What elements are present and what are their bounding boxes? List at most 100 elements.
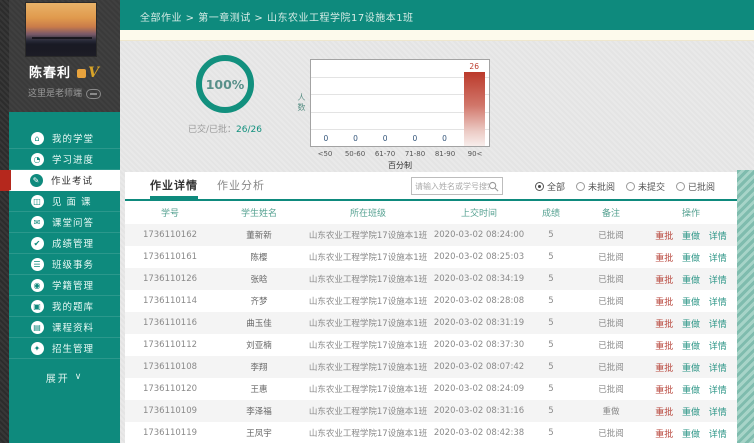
- filter-unsubmitted[interactable]: 未提交: [626, 180, 665, 193]
- cell-note: 已批阅: [577, 312, 645, 334]
- detail-link[interactable]: 详情: [709, 298, 727, 308]
- cell-score: 5: [525, 312, 577, 334]
- detail-link[interactable]: 详情: [709, 254, 727, 264]
- rebatch-link[interactable]: 重批: [655, 342, 673, 352]
- detail-link[interactable]: 详情: [709, 408, 727, 418]
- redo-link[interactable]: 重做: [682, 320, 700, 330]
- search-box: [411, 177, 503, 195]
- edit-icon[interactable]: [86, 89, 101, 99]
- expand-button[interactable]: 展开∨: [9, 365, 120, 389]
- rebatch-link[interactable]: 重批: [655, 408, 673, 418]
- student-status-icon: ◉: [31, 279, 44, 292]
- detail-link[interactable]: 详情: [709, 364, 727, 374]
- cell-class: 山东农业工程学院17设施本1班: [303, 268, 433, 290]
- redo-link[interactable]: 重做: [682, 386, 700, 396]
- cell-student-name: 董新新: [215, 224, 303, 246]
- score-distribution-chart: 人数 0000026 <5050-6061-7071-8081-9090< 百分…: [310, 59, 540, 169]
- detail-link[interactable]: 详情: [709, 342, 727, 352]
- filter-all[interactable]: 全部: [535, 180, 565, 193]
- redo-link[interactable]: 重做: [682, 408, 700, 418]
- cell-student-name: 李翔: [215, 356, 303, 378]
- enrollment-icon: ✦: [31, 342, 44, 355]
- cell-note: 已批阅: [577, 422, 645, 443]
- search-input[interactable]: [415, 178, 489, 194]
- sidebar-item-meeting-course[interactable]: ◫见 面 课: [9, 191, 120, 212]
- cell-actions: 重批 重做 详情: [645, 334, 737, 356]
- profile-panel: 陈春利V 这里是老师端: [9, 0, 120, 112]
- top-header: 全部作业 > 第一章测试 > 山东农业工程学院17设施本1班: [120, 0, 754, 30]
- profile-photo[interactable]: [25, 2, 97, 57]
- cell-score: 5: [525, 224, 577, 246]
- cell-submit-time: 2020-03-02 08:28:08: [433, 290, 525, 312]
- sidebar-item-homework-exam[interactable]: ✎作业考试: [8, 170, 120, 191]
- redo-link[interactable]: 重做: [682, 276, 700, 286]
- rebatch-link[interactable]: 重批: [655, 276, 673, 286]
- sidebar-item-class-affairs[interactable]: ☰班级事务: [9, 254, 120, 275]
- search-icon[interactable]: [488, 181, 499, 192]
- table-row: 1736110126 张晗 山东农业工程学院17设施本1班 2020-03-02…: [125, 268, 737, 290]
- tab-homework-analysis[interactable]: 作业分析: [217, 172, 265, 199]
- redo-link[interactable]: 重做: [682, 298, 700, 308]
- redo-link[interactable]: 重做: [682, 364, 700, 374]
- rebatch-link[interactable]: 重批: [655, 430, 673, 440]
- redo-link[interactable]: 重做: [682, 342, 700, 352]
- sidebar-item-class-qa[interactable]: ✉课堂问答: [9, 212, 120, 233]
- cell-submit-time: 2020-03-02 08:42:38: [433, 422, 525, 443]
- active-item-accent: [0, 170, 9, 191]
- cell-student-name: 曲玉佳: [215, 312, 303, 334]
- cell-note: 已批阅: [577, 334, 645, 356]
- cell-student-id: 1736110120: [125, 378, 215, 400]
- detail-link[interactable]: 详情: [709, 232, 727, 242]
- cell-note: 已批阅: [577, 290, 645, 312]
- user-name: 陈春利: [29, 66, 71, 81]
- detail-link[interactable]: 详情: [709, 320, 727, 330]
- detail-link[interactable]: 详情: [709, 276, 727, 286]
- cell-student-id: 1736110161: [125, 246, 215, 268]
- filter-ungraded[interactable]: 未批阅: [576, 180, 615, 193]
- sidebar-item-student-status[interactable]: ◉学籍管理: [9, 275, 120, 296]
- cell-actions: 重批 重做 详情: [645, 400, 737, 422]
- rebatch-link[interactable]: 重批: [655, 364, 673, 374]
- sidebar-item-enrollment[interactable]: ✦招生管理: [9, 338, 120, 359]
- sidebar-item-course-materials[interactable]: ▤课程资料: [9, 317, 120, 338]
- rebatch-link[interactable]: 重批: [655, 386, 673, 396]
- breadcrumb[interactable]: 全部作业 > 第一章测试 > 山东农业工程学院17设施本1班: [140, 9, 414, 24]
- chart-x-tick: 81-90: [430, 150, 460, 158]
- cell-score: 5: [525, 356, 577, 378]
- homework-table: 学号 学生姓名 所在班级 上交时间 成绩 备注 操作 1736110162 董新…: [125, 201, 737, 443]
- rebatch-link[interactable]: 重批: [655, 298, 673, 308]
- cell-score: 5: [525, 246, 577, 268]
- sidebar-item-grades[interactable]: ✔成绩管理: [9, 233, 120, 254]
- redo-link[interactable]: 重做: [682, 430, 700, 440]
- table-row: 1736110116 曲玉佳 山东农业工程学院17设施本1班 2020-03-0…: [125, 312, 737, 334]
- col-actions: 操作: [645, 201, 737, 224]
- chart-value-label: 0: [430, 134, 460, 143]
- cell-student-id: 1736110162: [125, 224, 215, 246]
- sidebar-item-question-bank[interactable]: ▣我的题库: [9, 296, 120, 317]
- detail-link[interactable]: 详情: [709, 386, 727, 396]
- course-materials-icon: ▤: [31, 321, 44, 334]
- sidebar-item-learning-progress[interactable]: ◔学习进度: [9, 149, 120, 170]
- detail-link[interactable]: 详情: [709, 430, 727, 440]
- cell-student-name: 齐梦: [215, 290, 303, 312]
- filter-graded[interactable]: 已批阅: [676, 180, 715, 193]
- completion-progress: 100% 已交/已批：26/26: [160, 55, 290, 135]
- submitted-summary: 已交/已批：26/26: [160, 122, 290, 135]
- col-note: 备注: [577, 201, 645, 224]
- redo-link[interactable]: 重做: [682, 254, 700, 264]
- rebatch-link[interactable]: 重批: [655, 232, 673, 242]
- rebatch-link[interactable]: 重批: [655, 320, 673, 330]
- sidebar-menu: ⌂我的学堂 ◔学习进度 ✎作业考试 ◫见 面 课 ✉课堂问答 ✔成绩管理 ☰班级…: [9, 112, 120, 443]
- tab-homework-details[interactable]: 作业详情: [150, 172, 198, 199]
- cell-score: 5: [525, 334, 577, 356]
- redo-link[interactable]: 重做: [682, 232, 700, 242]
- col-submit-time: 上交时间: [433, 201, 525, 224]
- rebatch-link[interactable]: 重批: [655, 254, 673, 264]
- table-row: 1736110162 董新新 山东农业工程学院17设施本1班 2020-03-0…: [125, 224, 737, 246]
- chart-column: 0: [341, 60, 371, 146]
- col-score: 成绩: [525, 201, 577, 224]
- cell-student-id: 1736110119: [125, 422, 215, 443]
- sidebar-item-my-school[interactable]: ⌂我的学堂: [9, 128, 120, 149]
- chart-value-label: 0: [370, 134, 400, 143]
- cell-student-id: 1736110109: [125, 400, 215, 422]
